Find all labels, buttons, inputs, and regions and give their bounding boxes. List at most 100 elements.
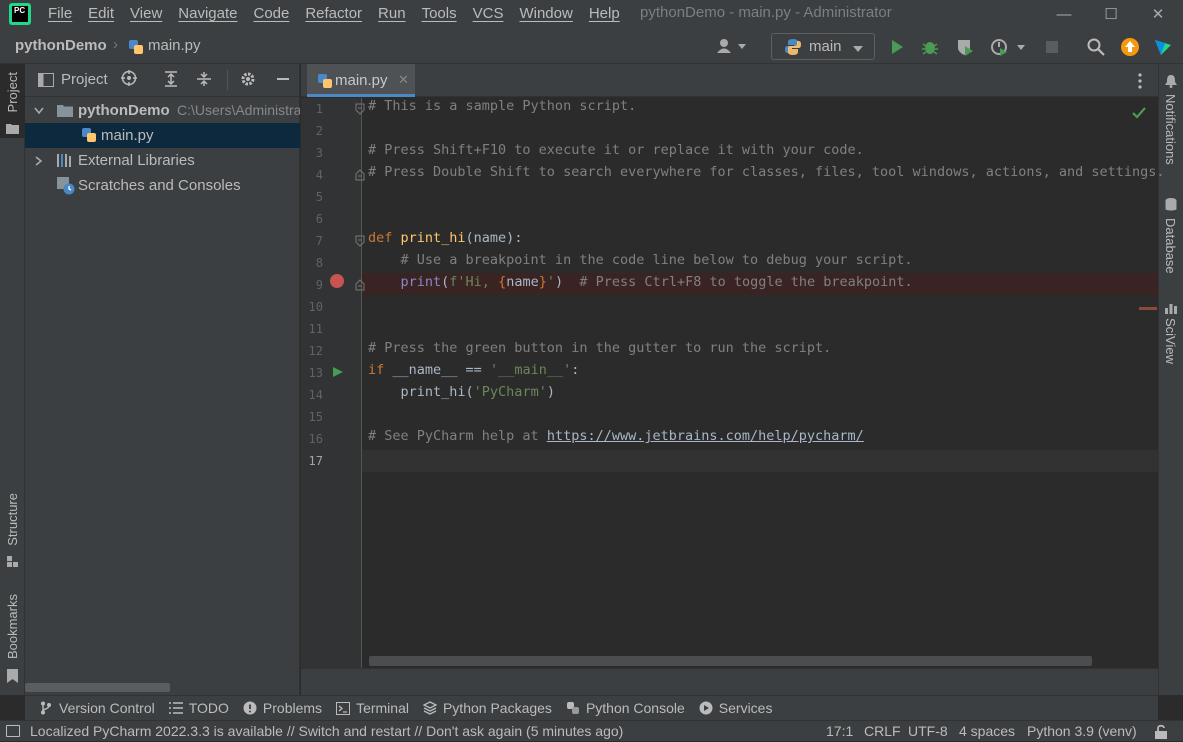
user-account-icon[interactable] bbox=[716, 38, 750, 57]
fold-icon[interactable] bbox=[355, 235, 365, 247]
close-window-button[interactable]: ✕ bbox=[1135, 0, 1181, 28]
collapse-all-icon[interactable] bbox=[196, 71, 212, 87]
run-configuration-select[interactable]: main bbox=[771, 33, 875, 60]
run-with-coverage-button[interactable] bbox=[955, 37, 975, 57]
maximize-button[interactable]: ☐ bbox=[1088, 0, 1134, 28]
keyword: def bbox=[368, 230, 401, 246]
caret-position[interactable]: 17:1 bbox=[826, 721, 853, 742]
select-opened-file-icon[interactable] bbox=[121, 70, 137, 86]
menu-file[interactable]: File bbox=[40, 0, 80, 28]
coverage-icon bbox=[958, 40, 973, 56]
tree-item-scratches[interactable]: Scratches and Consoles bbox=[25, 173, 300, 198]
line-number: 7 bbox=[315, 234, 323, 248]
menu-help[interactable]: Help bbox=[581, 0, 628, 28]
menu-navigate[interactable]: Navigate bbox=[170, 0, 245, 28]
run-button[interactable] bbox=[887, 37, 907, 57]
menu-refactor[interactable]: Refactor bbox=[297, 0, 370, 28]
editor-bottom-area bbox=[301, 668, 1158, 695]
services-tool-button[interactable]: Services bbox=[699, 700, 772, 716]
code-line-1[interactable]: # This is a sample Python script. bbox=[368, 98, 636, 120]
code-line-3[interactable]: # Press Shift+F10 to execute it or repla… bbox=[368, 142, 864, 164]
terminal-label: Terminal bbox=[356, 700, 409, 716]
expand-all-icon[interactable] bbox=[163, 71, 179, 87]
project-horizontal-scrollbar[interactable] bbox=[25, 683, 170, 692]
debug-button[interactable] bbox=[920, 37, 940, 57]
stop-button[interactable] bbox=[1042, 37, 1062, 57]
menu-run[interactable]: Run bbox=[370, 0, 414, 28]
python-console-tool-button[interactable]: Python Console bbox=[566, 700, 685, 716]
tree-item-external-libraries[interactable]: External Libraries bbox=[25, 148, 300, 173]
hide-panel-icon[interactable] bbox=[275, 71, 291, 87]
menu-window[interactable]: Window bbox=[511, 0, 580, 28]
menu-view[interactable]: View bbox=[122, 0, 170, 28]
sciview-tool-tab[interactable]: SciView bbox=[1159, 302, 1183, 372]
minimize-button[interactable]: — bbox=[1041, 0, 1087, 28]
menu-tools[interactable]: Tools bbox=[414, 0, 465, 28]
help-link[interactable]: https://www.jetbrains.com/help/pycharm/ bbox=[547, 428, 864, 444]
toolbar-divider bbox=[227, 70, 228, 90]
pycharm-logo-icon: PC bbox=[9, 3, 31, 25]
tree-item-main-py[interactable]: main.py bbox=[25, 123, 300, 148]
profile-button[interactable] bbox=[989, 37, 1029, 57]
fold-icon[interactable] bbox=[355, 279, 365, 291]
line-number: 3 bbox=[315, 146, 323, 160]
notifications-tab-label: Notifications bbox=[1163, 94, 1178, 165]
line-number: 8 bbox=[315, 256, 323, 270]
hide-tool-windows-icon[interactable] bbox=[6, 725, 20, 737]
code-line-7[interactable]: def print_hi(name): bbox=[368, 230, 522, 252]
line-number: 2 bbox=[315, 124, 323, 138]
breadcrumb-project[interactable]: pythonDemo bbox=[15, 37, 107, 54]
code-line-14[interactable]: print_hi('PyCharm') bbox=[368, 384, 555, 406]
fold-icon[interactable] bbox=[355, 103, 365, 115]
menu-vcs[interactable]: VCS bbox=[465, 0, 512, 28]
gear-icon[interactable] bbox=[240, 71, 256, 87]
code-line-4[interactable]: # Press Double Shift to search everywher… bbox=[368, 164, 1165, 186]
lock-icon[interactable] bbox=[1154, 724, 1168, 739]
python-interpreter[interactable]: Python 3.9 (venv) bbox=[1027, 721, 1137, 742]
bottom-tool-bar: Version Control TODO Problems Terminal P… bbox=[25, 695, 1158, 720]
breadcrumb-file[interactable]: main.py bbox=[148, 37, 201, 54]
line-separator[interactable]: CRLF bbox=[864, 721, 901, 742]
code-line-13[interactable]: if __name__ == '__main__': bbox=[368, 362, 579, 384]
tree-item-project-root[interactable]: pythonDemo C:\Users\Administrator\Pychar… bbox=[25, 98, 300, 123]
breakpoint-icon[interactable] bbox=[330, 274, 344, 288]
line-number: 11 bbox=[308, 322, 323, 336]
code-line-16[interactable]: # See PyCharm help at https://www.jetbra… bbox=[368, 428, 864, 450]
editor-horizontal-scrollbar[interactable] bbox=[369, 656, 1092, 666]
menu-edit[interactable]: Edit bbox=[80, 0, 122, 28]
python-packages-tool-button[interactable]: Python Packages bbox=[422, 700, 552, 716]
run-gutter-icon[interactable] bbox=[332, 366, 344, 378]
tab-main-py[interactable]: main.py ✕ bbox=[307, 64, 415, 97]
bookmarks-tool-tab[interactable]: Bookmarks bbox=[0, 594, 25, 689]
code-text: ) bbox=[546, 384, 555, 400]
structure-tool-tab[interactable]: Structure bbox=[0, 489, 25, 574]
menu-code[interactable]: Code bbox=[245, 0, 297, 28]
close-tab-icon[interactable]: ✕ bbox=[398, 72, 409, 88]
editor-gutter[interactable]: 1 2 3 4 5 6 7 8 9 10 11 12 13 14 15 16 1… bbox=[301, 98, 365, 668]
indent-setting[interactable]: 4 spaces bbox=[959, 721, 1015, 742]
search-button[interactable] bbox=[1086, 37, 1106, 57]
project-panel-title[interactable]: Project bbox=[61, 71, 108, 88]
version-control-tool-button[interactable]: Version Control bbox=[39, 700, 155, 716]
jetbrains-toolbox-icon[interactable] bbox=[1153, 37, 1173, 57]
fold-icon[interactable] bbox=[355, 169, 365, 181]
python-icon bbox=[566, 701, 580, 715]
problems-tool-button[interactable]: Problems bbox=[243, 700, 322, 716]
todo-tool-button[interactable]: TODO bbox=[168, 700, 229, 716]
database-tool-tab[interactable]: Database bbox=[1159, 198, 1183, 278]
code-line-12[interactable]: # Press the green button in the gutter t… bbox=[368, 340, 831, 362]
error-stripe-marker[interactable] bbox=[1139, 307, 1157, 310]
status-message[interactable]: Localized PyCharm 2022.3.3 is available … bbox=[30, 721, 623, 742]
more-options-icon[interactable] bbox=[1137, 73, 1143, 89]
code-line-9[interactable]: print(f'Hi, {name}') # Press Ctrl+F8 to … bbox=[368, 274, 913, 296]
file-encoding[interactable]: UTF-8 bbox=[908, 721, 948, 742]
project-tool-tab[interactable]: Project bbox=[0, 64, 25, 138]
inspection-ok-icon[interactable] bbox=[1132, 107, 1146, 119]
breadcrumb-separator-icon: › bbox=[113, 36, 118, 53]
line-number: 9 bbox=[315, 278, 323, 292]
code-line-8[interactable]: # Use a breakpoint in the code line belo… bbox=[368, 252, 913, 274]
profiler-icon bbox=[991, 39, 1025, 56]
updates-button[interactable] bbox=[1120, 37, 1140, 57]
terminal-tool-button[interactable]: Terminal bbox=[336, 700, 409, 716]
string-literal: '__main__' bbox=[489, 362, 572, 378]
